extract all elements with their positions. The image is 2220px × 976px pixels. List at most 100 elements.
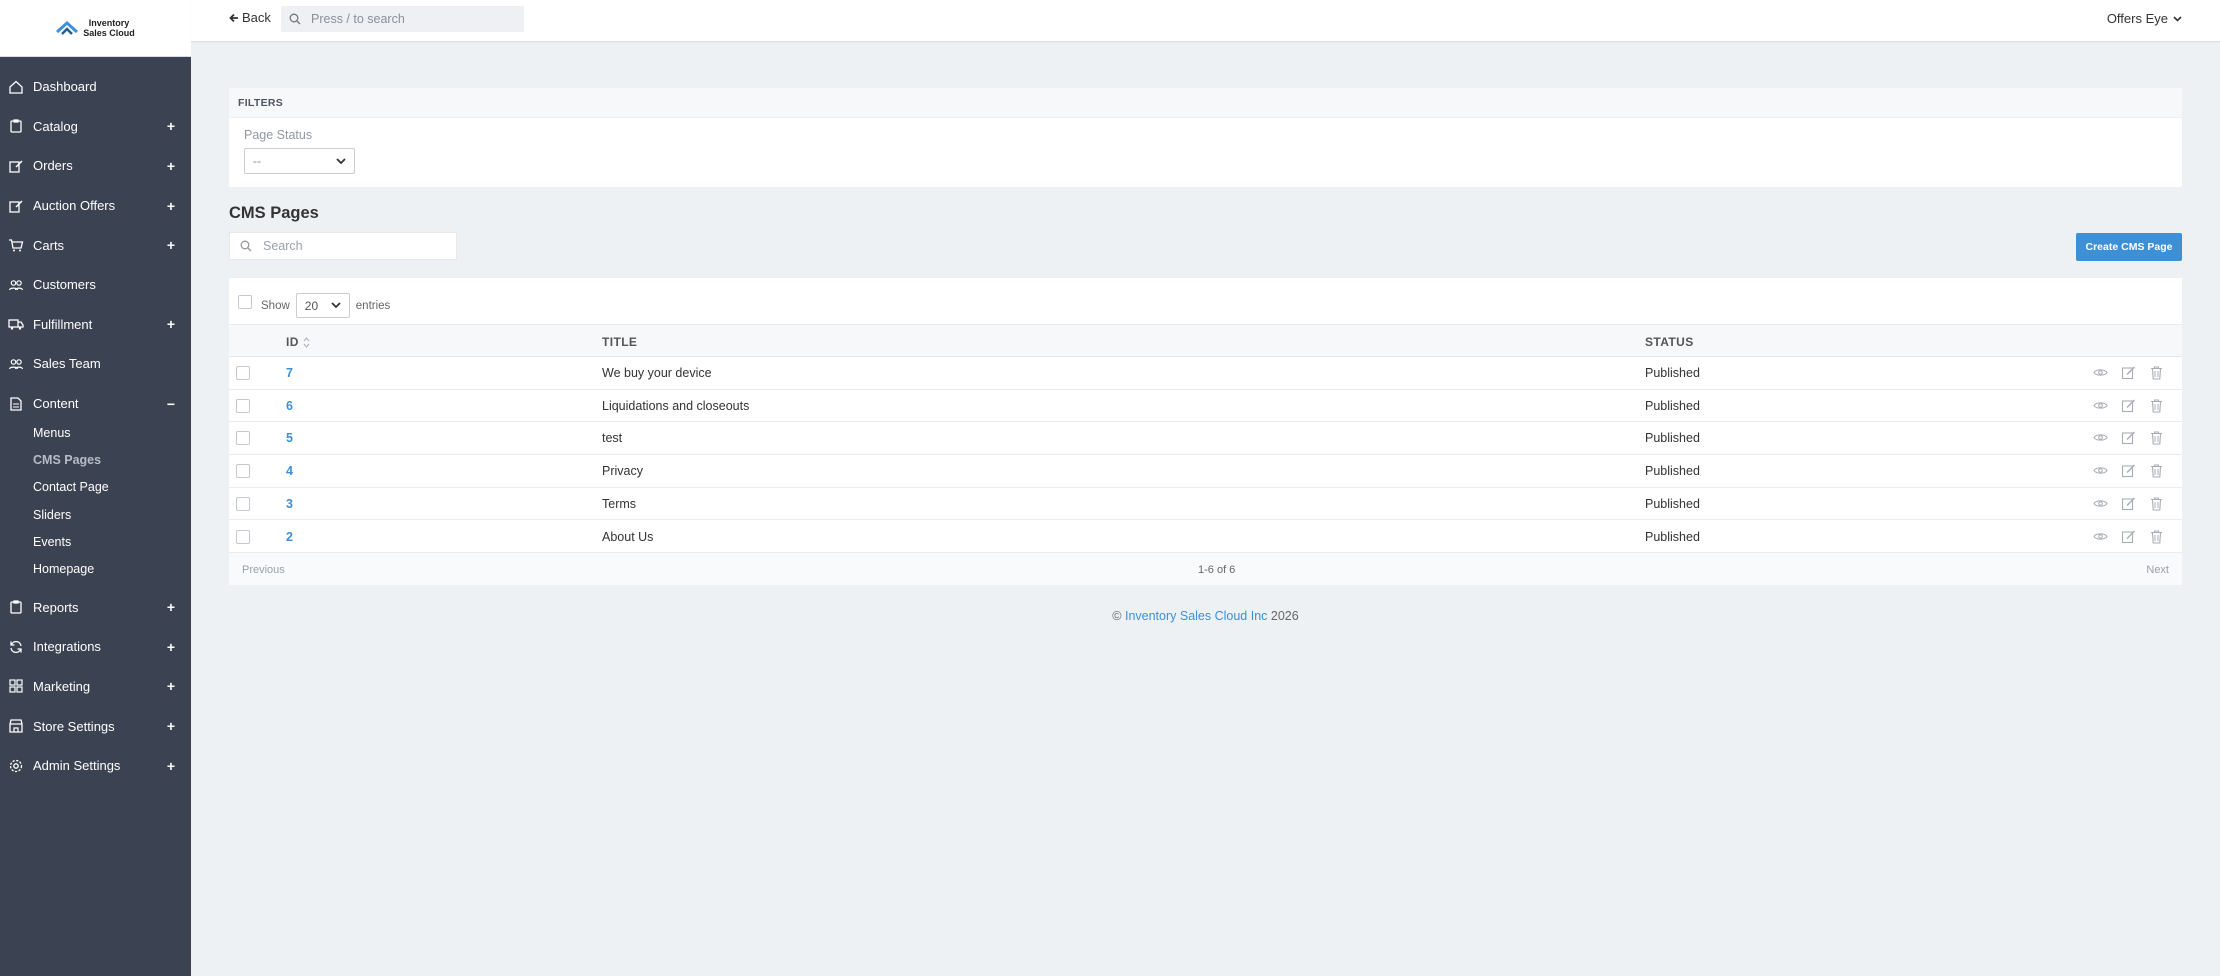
sidebar: Inventory Sales Cloud Dashboard Catalog + O… <box>0 0 191 976</box>
edit-icon[interactable] <box>2121 430 2136 445</box>
copyright-symbol: © <box>1112 609 1122 623</box>
cms-search-input[interactable] <box>263 239 443 253</box>
row-title: About Us <box>602 529 654 544</box>
user-name: Offers Eye <box>2106 11 2168 26</box>
sidebar-subitem-contact-page[interactable]: Contact Page <box>0 474 191 501</box>
row-id[interactable]: 5 <box>286 431 293 445</box>
sidebar-subitem-cms-pages[interactable]: CMS Pages <box>0 447 191 474</box>
table-row[interactable]: 2 About Us Published <box>229 521 2182 554</box>
sidebar-item-integrations[interactable]: Integrations + <box>0 627 191 667</box>
expand-icon: + <box>166 757 176 774</box>
filters-heading: FILTERS <box>229 88 2182 118</box>
row-id[interactable]: 2 <box>286 530 293 544</box>
next-button[interactable]: Next <box>2146 564 2169 576</box>
row-id[interactable]: 3 <box>286 497 293 511</box>
trash-icon[interactable] <box>2149 365 2164 380</box>
table-row[interactable]: 4 Privacy Published <box>229 455 2182 488</box>
previous-button[interactable]: Previous <box>242 564 285 576</box>
chevron-down-icon <box>336 157 346 164</box>
create-cms-page-button[interactable]: Create CMS Page <box>2076 233 2182 261</box>
global-search[interactable] <box>281 6 524 32</box>
sidebar-item-content[interactable]: Content − <box>0 384 191 424</box>
row-title: Privacy <box>602 464 643 479</box>
column-id[interactable]: ID <box>286 335 310 349</box>
page-status-select[interactable]: -- <box>244 148 355 174</box>
sidebar-item-customers[interactable]: Customers <box>0 265 191 305</box>
sidebar-item-sales-team[interactable]: Sales Team <box>0 344 191 384</box>
expand-icon: + <box>166 316 176 333</box>
sidebar-item-label: Sales Team <box>33 356 101 372</box>
view-icon[interactable] <box>2093 430 2108 445</box>
back-button[interactable]: Back <box>229 10 271 25</box>
row-id[interactable]: 7 <box>286 366 293 380</box>
sidebar-item-auction-offers[interactable]: Auction Offers + <box>0 186 191 226</box>
logo-line-1: Inventory <box>88 18 130 28</box>
logo[interactable]: Inventory Sales Cloud <box>56 18 135 38</box>
trash-icon[interactable] <box>2149 529 2164 544</box>
sidebar-subitem-homepage[interactable]: Homepage <box>0 555 191 582</box>
row-checkbox[interactable] <box>236 464 250 479</box>
file-icon <box>10 396 22 411</box>
view-icon[interactable] <box>2093 463 2108 478</box>
show-label: Show <box>261 299 290 312</box>
sidebar-item-reports[interactable]: Reports + <box>0 587 191 627</box>
edit-icon[interactable] <box>2121 463 2136 478</box>
edit-icon[interactable] <box>2121 529 2136 544</box>
row-checkbox[interactable] <box>236 366 250 380</box>
column-status[interactable]: STATUS <box>1645 335 1694 349</box>
row-checkbox[interactable] <box>236 431 250 446</box>
table-row[interactable]: 7 We buy your device Published <box>229 357 2182 390</box>
filters-panel: FILTERS Page Status -- <box>229 88 2182 187</box>
user-menu[interactable]: Offers Eye <box>2107 11 2182 26</box>
edit-icon[interactable] <box>2121 496 2136 511</box>
view-icon[interactable] <box>2093 496 2108 511</box>
row-checkbox[interactable] <box>236 496 250 511</box>
row-checkbox[interactable] <box>236 398 250 413</box>
row-checkbox[interactable] <box>236 529 250 544</box>
truck-icon <box>8 319 24 331</box>
edit-icon[interactable] <box>2121 365 2136 380</box>
trash-icon[interactable] <box>2149 430 2164 445</box>
logo-area[interactable]: Inventory Sales Cloud <box>0 0 191 57</box>
sidebar-item-carts[interactable]: Carts + <box>0 225 191 265</box>
sidebar-item-admin-settings[interactable]: Admin Settings + <box>0 746 191 786</box>
cms-search[interactable] <box>229 232 457 260</box>
sidebar-subitem-menus[interactable]: Menus <box>0 419 191 446</box>
view-icon[interactable] <box>2093 365 2108 380</box>
row-id[interactable]: 4 <box>286 464 293 478</box>
row-id[interactable]: 6 <box>286 399 293 413</box>
view-icon[interactable] <box>2093 529 2108 544</box>
arrow-left-icon <box>229 13 238 22</box>
refresh-icon <box>10 640 22 653</box>
sidebar-item-label: Carts <box>33 237 65 253</box>
entries-value: 20 <box>304 298 319 313</box>
company-link[interactable]: Inventory Sales Cloud Inc <box>1125 609 1267 623</box>
sidebar-item-fulfillment[interactable]: Fulfillment + <box>0 305 191 345</box>
table-row[interactable]: 6 Liquidations and closeouts Published <box>229 390 2182 423</box>
sidebar-subitem-events[interactable]: Events <box>0 528 191 555</box>
trash-icon[interactable] <box>2149 496 2164 511</box>
expand-icon: + <box>166 718 176 735</box>
sidebar-item-marketing[interactable]: Marketing + <box>0 667 191 707</box>
view-icon[interactable] <box>2093 398 2108 413</box>
topbar: Back Offers Eye <box>191 0 2220 42</box>
global-search-input[interactable] <box>311 12 511 26</box>
sidebar-item-dashboard[interactable]: Dashboard <box>0 67 191 107</box>
page-title: CMS Pages <box>229 204 319 222</box>
table-row[interactable]: 5 test Published <box>229 422 2182 456</box>
sidebar-item-label: Integrations <box>33 639 101 655</box>
sidebar-item-catalog[interactable]: Catalog + <box>0 107 191 147</box>
select-all-checkbox[interactable] <box>238 294 252 309</box>
trash-icon[interactable] <box>2149 463 2164 478</box>
edit-icon[interactable] <box>2121 398 2136 413</box>
entries-select[interactable]: 20 <box>295 293 350 318</box>
sidebar-subitem-sliders[interactable]: Sliders <box>0 501 191 528</box>
sidebar-item-store-settings[interactable]: Store Settings + <box>0 706 191 746</box>
column-title[interactable]: TITLE <box>602 335 637 349</box>
row-actions <box>2093 463 2164 478</box>
table-row[interactable]: 3 Terms Published <box>229 488 2182 521</box>
gear-icon <box>9 759 23 772</box>
sidebar-item-orders[interactable]: Orders + <box>0 146 191 186</box>
entries-control: Show 20 entries <box>238 293 390 318</box>
trash-icon[interactable] <box>2149 398 2164 413</box>
